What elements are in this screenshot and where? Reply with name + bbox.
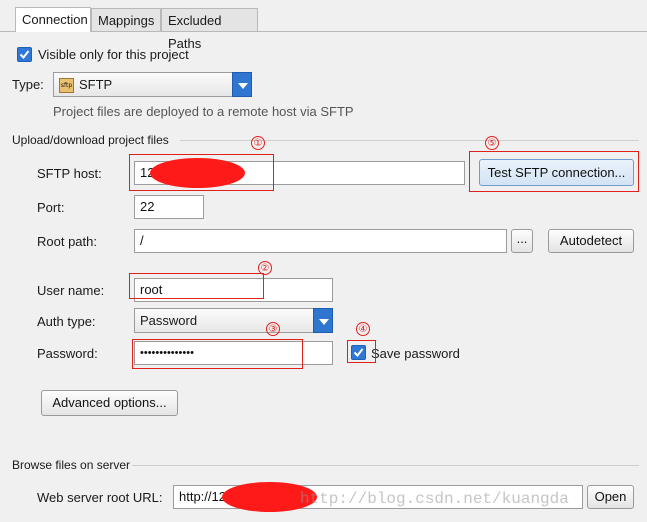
autodetect-button[interactable]: Autodetect bbox=[548, 229, 634, 253]
section-divider bbox=[180, 140, 639, 141]
browse-section-title: Browse files on server bbox=[12, 458, 131, 472]
tab-mappings[interactable]: Mappings bbox=[91, 8, 161, 31]
type-select[interactable]: sftp SFTP bbox=[53, 72, 252, 97]
type-label: Type: bbox=[12, 77, 44, 92]
auth-type-label: Auth type: bbox=[37, 314, 96, 329]
annotation-marker-5: ⑤ bbox=[485, 136, 499, 150]
root-path-input[interactable]: / bbox=[134, 229, 507, 253]
user-name-label: User name: bbox=[37, 283, 105, 298]
section-divider bbox=[132, 465, 639, 466]
open-button[interactable]: Open bbox=[587, 485, 634, 509]
visible-only-checkbox[interactable] bbox=[17, 47, 32, 62]
annotation-marker-1: ① bbox=[251, 136, 265, 150]
sftp-host-label: SFTP host: bbox=[37, 166, 102, 181]
annotation-box-3 bbox=[132, 339, 303, 369]
checkmark-icon bbox=[19, 50, 30, 60]
annotation-marker-3: ③ bbox=[266, 322, 280, 336]
annotation-marker-4: ④ bbox=[356, 322, 370, 336]
annotation-box-2 bbox=[129, 273, 264, 299]
annotation-marker-2: ② bbox=[258, 261, 272, 275]
upload-section-title: Upload/download project files bbox=[12, 133, 169, 147]
tab-divider bbox=[0, 31, 647, 32]
annotation-box-1 bbox=[129, 154, 274, 191]
port-input[interactable]: 22 bbox=[134, 195, 204, 219]
type-hint: Project files are deployed to a remote h… bbox=[53, 104, 354, 119]
web-root-url-label: Web server root URL: bbox=[37, 490, 163, 505]
auth-type-select[interactable]: Password bbox=[134, 308, 333, 333]
auth-type-value: Password bbox=[140, 313, 198, 328]
chevron-down-icon[interactable] bbox=[232, 72, 252, 97]
browse-button[interactable]: ... bbox=[511, 229, 533, 253]
annotation-box-5 bbox=[469, 151, 639, 192]
type-value: SFTP bbox=[79, 77, 113, 92]
root-path-label: Root path: bbox=[37, 234, 97, 249]
port-label: Port: bbox=[37, 200, 65, 215]
password-label: Password: bbox=[37, 346, 98, 361]
annotation-box-4 bbox=[347, 340, 376, 363]
sftp-icon: sftp bbox=[59, 78, 74, 94]
advanced-options-button[interactable]: Advanced options... bbox=[41, 390, 178, 416]
watermark: http://blog.csdn.net/kuangda bbox=[300, 490, 569, 508]
visible-only-label: Visible only for this project bbox=[38, 47, 189, 62]
save-password-label: Save password bbox=[371, 346, 460, 361]
tab-excluded-paths[interactable]: Excluded Paths bbox=[161, 8, 258, 51]
tab-connection[interactable]: Connection bbox=[15, 7, 91, 32]
chevron-down-icon[interactable] bbox=[313, 308, 333, 333]
